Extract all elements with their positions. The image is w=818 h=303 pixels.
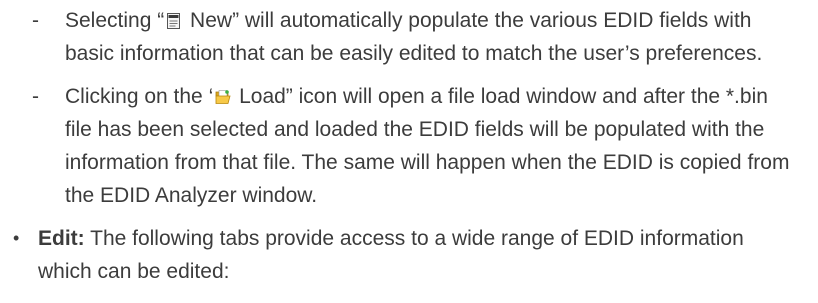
bullet-item-edit: • Edit: The following tabs provide acces…	[0, 222, 818, 288]
list-item-load: - Clicking on the ‘ Load” icon will open…	[0, 80, 818, 212]
text-before-new-icon: Selecting “	[65, 9, 165, 32]
list-item-new: - Selecting “ New” will automatically po…	[0, 4, 818, 70]
bullet-marker: •	[13, 228, 20, 248]
new-document-icon	[166, 6, 182, 29]
text-before-load-icon: Clicking on the ‘	[65, 85, 214, 108]
dash-marker: -	[32, 9, 39, 32]
document-page: - Selecting “ New” will automatically po…	[0, 0, 818, 288]
folder-open-icon	[215, 82, 231, 104]
dash-marker: -	[32, 85, 39, 108]
edit-description: The following tabs provide access to a w…	[38, 227, 744, 283]
edit-label: Edit:	[38, 227, 85, 250]
